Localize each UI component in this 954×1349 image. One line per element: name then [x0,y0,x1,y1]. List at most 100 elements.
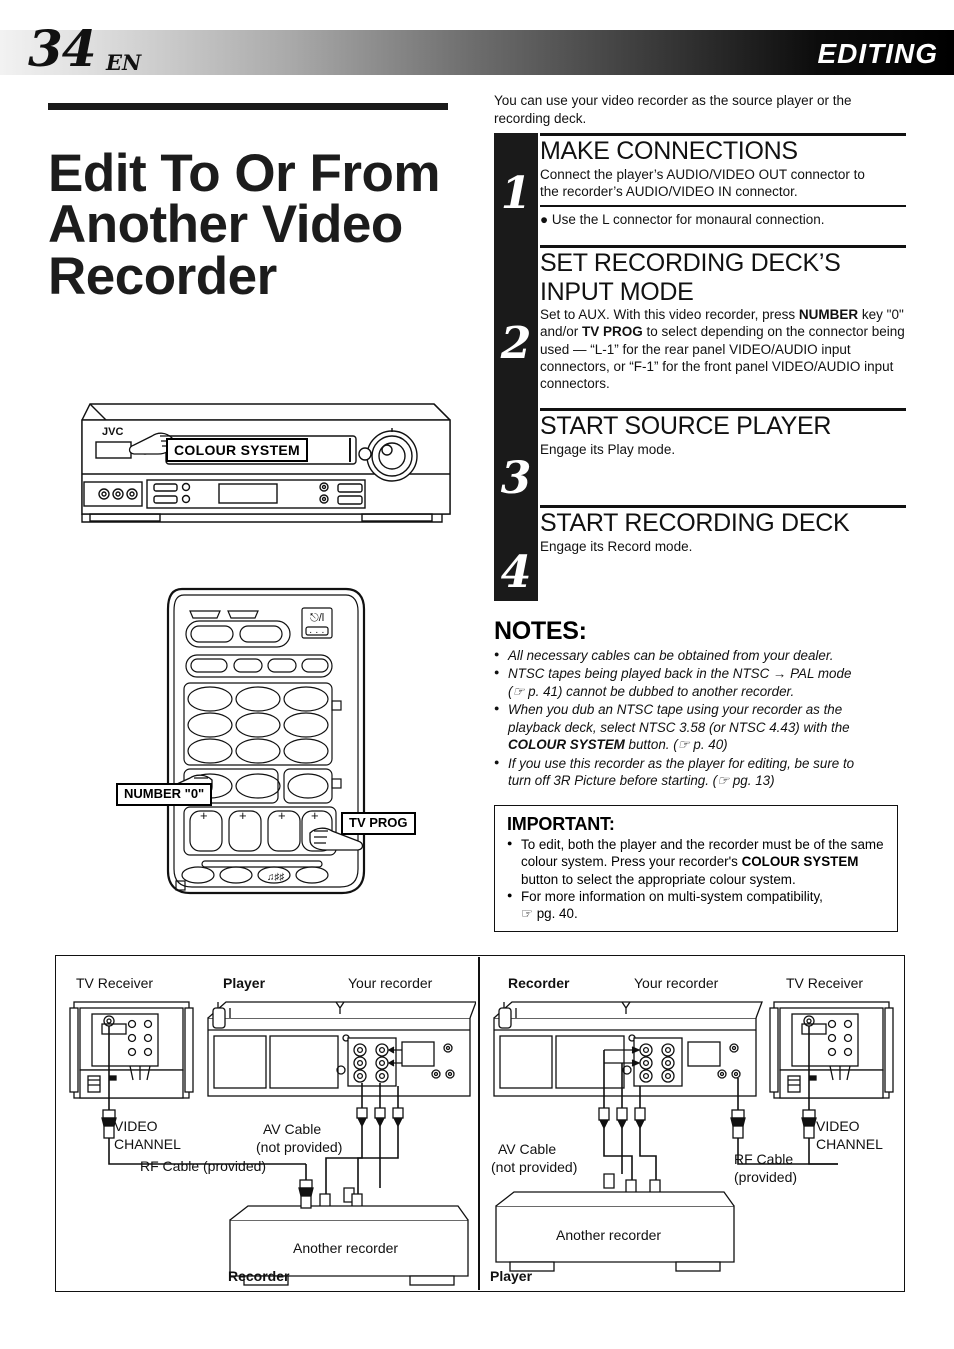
step-3-heading: START SOURCE PLAYER [540,412,832,440]
step-rule [540,133,906,136]
left-connection-diagram: TV Receiver Player Your recorder VIDEO C… [69,975,476,1290]
right-connection-diagram: Recorder Your recorder TV Receiver AV Ca… [491,975,894,1272]
svg-text:· · ·: · · · [309,627,325,638]
label-role-recorder: Recorder [230,1287,292,1290]
step-1-body-line2: the recorder’s AUDIO/VIDEO IN connector. [540,183,798,199]
page-title: Edit To Or From Another Video Recorder [48,143,440,307]
tv-prog-callout: TV PROG [341,812,416,835]
section-title: EDITING [817,38,938,69]
step-4: START RECORDING DECK Engage its Record m… [540,505,906,555]
step-number-1: 1 [500,168,532,219]
label-player: Player [223,975,266,991]
step-2-bold-tvprog: TV PROG [582,324,643,340]
right-diagram-role-label: Player [490,1268,533,1284]
step-2-body: Set to AUX. With this video recorder, pr… [540,306,906,392]
step-1: MAKE CONNECTIONS Connect the player’s AU… [540,133,906,228]
step-number-2: 2 [500,318,532,369]
label-another-recorder: Another recorder [556,1227,661,1243]
step-thin-rule [540,205,906,207]
step-2-body-part1: Set to AUX. With this video recorder, pr… [540,307,799,322]
important-heading: IMPORTANT: [507,814,615,834]
svg-text:+: + [311,808,319,823]
title-rule [48,103,448,110]
arrow-icon: → [772,666,787,682]
left-diagram-role-label: Recorder [228,1268,290,1284]
svg-text:⎋/l: ⎋/l [310,612,324,624]
label-rf-cable-1: RF Cable [734,1151,793,1167]
label-av-cable-1: AV Cable [263,1121,321,1137]
step-3: START SOURCE PLAYER Engage its Play mode… [540,408,906,458]
important-2-line1: For more information on multi-system com… [521,888,823,904]
important-bold-system: SYSTEM [803,854,859,870]
step-2: SET RECORDING DECK’S INPUT MODE Set to A… [540,245,906,392]
svg-text:_: _ [279,837,288,852]
note-3-bold: COLOUR SYSTEM [508,737,625,753]
step-rule [540,245,906,248]
important-2-line2: ☞ pg. 40. [521,906,578,922]
note-3-tail: button. (☞ p. 40) [624,737,728,753]
important-bold-colour: COLOUR [741,854,800,870]
label-tv-receiver: TV Receiver [786,975,863,991]
notes-list: All necessary cables can be obtained fro… [494,647,906,790]
step-rule [540,408,906,411]
svg-text:♫♯♯: ♫♯♯ [267,872,285,883]
note-4-line1: If you use this recorder as the player f… [508,755,855,771]
important-1-line1: To edit, both the player and the recorde… [521,837,848,852]
note-2-pre: NTSC tapes being played back in the NTSC [508,666,770,682]
label-channel: CHANNEL [816,1136,883,1152]
intro-text: You can use your video recorder as the s… [494,93,852,126]
step-1-heading: MAKE CONNECTIONS [540,137,798,165]
vcr-front-panel-illustration: JVC [62,398,452,528]
step-number-3: 3 [500,453,532,504]
label-your-recorder: Your recorder [634,975,719,991]
label-av-cable-1: AV Cable [498,1141,556,1157]
label-av-cable-2: (not provided) [256,1139,342,1155]
note-2-post: PAL mode [790,666,852,682]
label-channel: CHANNEL [114,1136,181,1152]
step-4-body: Engage its Record mode. [540,538,693,554]
note-3-line2: playback deck, select NTSC 3.58 (or NTSC… [508,719,850,735]
label-your-recorder: Your recorder [348,975,433,991]
note-2-line2: (☞ p. 41) cannot be dubbed to another re… [508,683,795,699]
diagram-divider [478,957,480,1290]
important-box: IMPORTANT: To edit, both the player and … [494,805,898,932]
label-rf-cable: RF Cable (provided) [140,1158,266,1174]
important-1-line3: button to select the appropriate colour … [521,871,796,887]
important-item: For more information on multi-system com… [507,888,887,923]
svg-text:+: + [278,808,286,823]
page-number: 34 [28,19,97,78]
step-2-heading-line2: INPUT MODE [540,277,694,306]
label-video: VIDEO [816,1118,860,1134]
step-number-4: 4 [500,547,532,598]
step-2-bold-number: NUMBER [798,307,859,322]
important-item: To edit, both the player and the recorde… [507,836,887,888]
label-av-cable-2: (not provided) [491,1159,577,1175]
note-item: When you dub an NTSC tape using your rec… [494,701,906,753]
colour-system-callout: COLOUR SYSTEM [166,438,309,463]
remote-control-illustration: ++ ++ __ __ ⎋/l · · · ♫♯♯ [150,575,440,905]
number-key-callout: NUMBER "0" [116,783,213,806]
svg-text:_: _ [240,837,249,852]
svg-text:+: + [239,808,247,823]
note-3-line1: When you dub an NTSC tape using your rec… [508,702,843,718]
label-rf-cable-2: (provided) [734,1169,797,1185]
vcr-brand-label: JVC [102,426,123,438]
step-rule [540,505,906,508]
step-1-bullet: ● Use the L connector for monaural conne… [540,211,825,227]
label-another-recorder: Another recorder [293,1240,398,1256]
step-3-body: Engage its Play mode. [540,441,676,457]
label-tv-receiver: TV Receiver [76,975,153,991]
svg-text:+: + [200,808,208,823]
note-item: If you use this recorder as the player f… [494,755,906,790]
notes-heading: NOTES: [494,617,587,645]
step-2-heading-line1: SET RECORDING DECK’S [540,249,841,277]
step-1-body-line1: Connect the player’s AUDIO/VIDEO OUT con… [540,166,865,182]
page-language-code: EN [106,50,142,75]
label-recorder: Recorder [508,975,570,991]
svg-text:_: _ [201,837,210,852]
note-item: NTSC tapes being played back in the NTSC… [494,665,906,700]
label-video: VIDEO [114,1118,158,1134]
step-4-heading: START RECORDING DECK [540,509,850,537]
manual-page: 34 EN EDITING Edit To Or From Another Vi… [0,0,954,1349]
note-4-line2: turn off 3R Picture before starting. (☞ … [508,772,775,788]
